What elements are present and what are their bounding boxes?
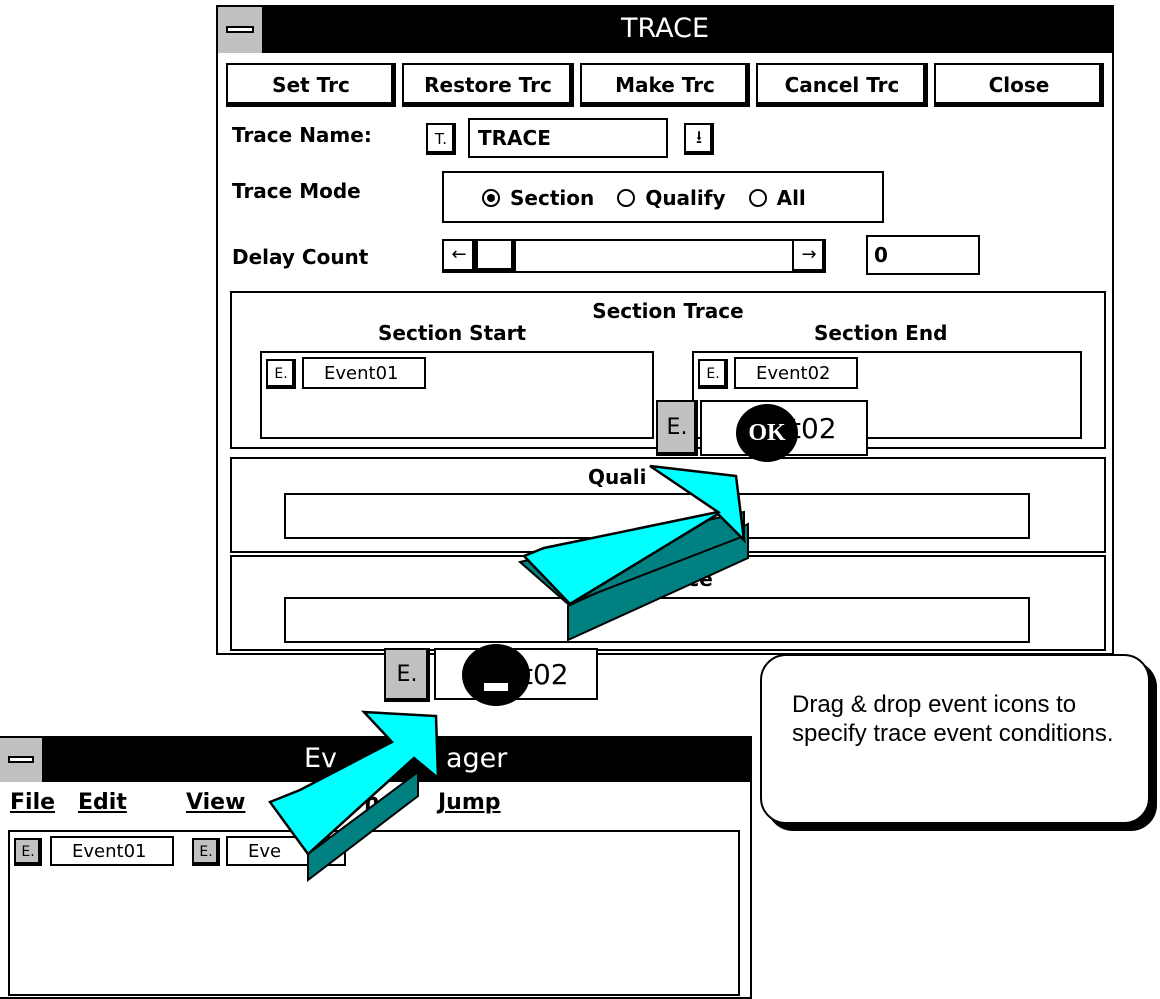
instruction-callout: Drag & drop event icons to specify trace…	[760, 654, 1150, 824]
drag-arrow-top-icon	[517, 464, 749, 642]
drag-arrow-bottom-icon	[268, 710, 440, 883]
drag-arrows	[268, 464, 749, 883]
callout-text: Drag & drop event icons to specify trace…	[792, 691, 1114, 747]
